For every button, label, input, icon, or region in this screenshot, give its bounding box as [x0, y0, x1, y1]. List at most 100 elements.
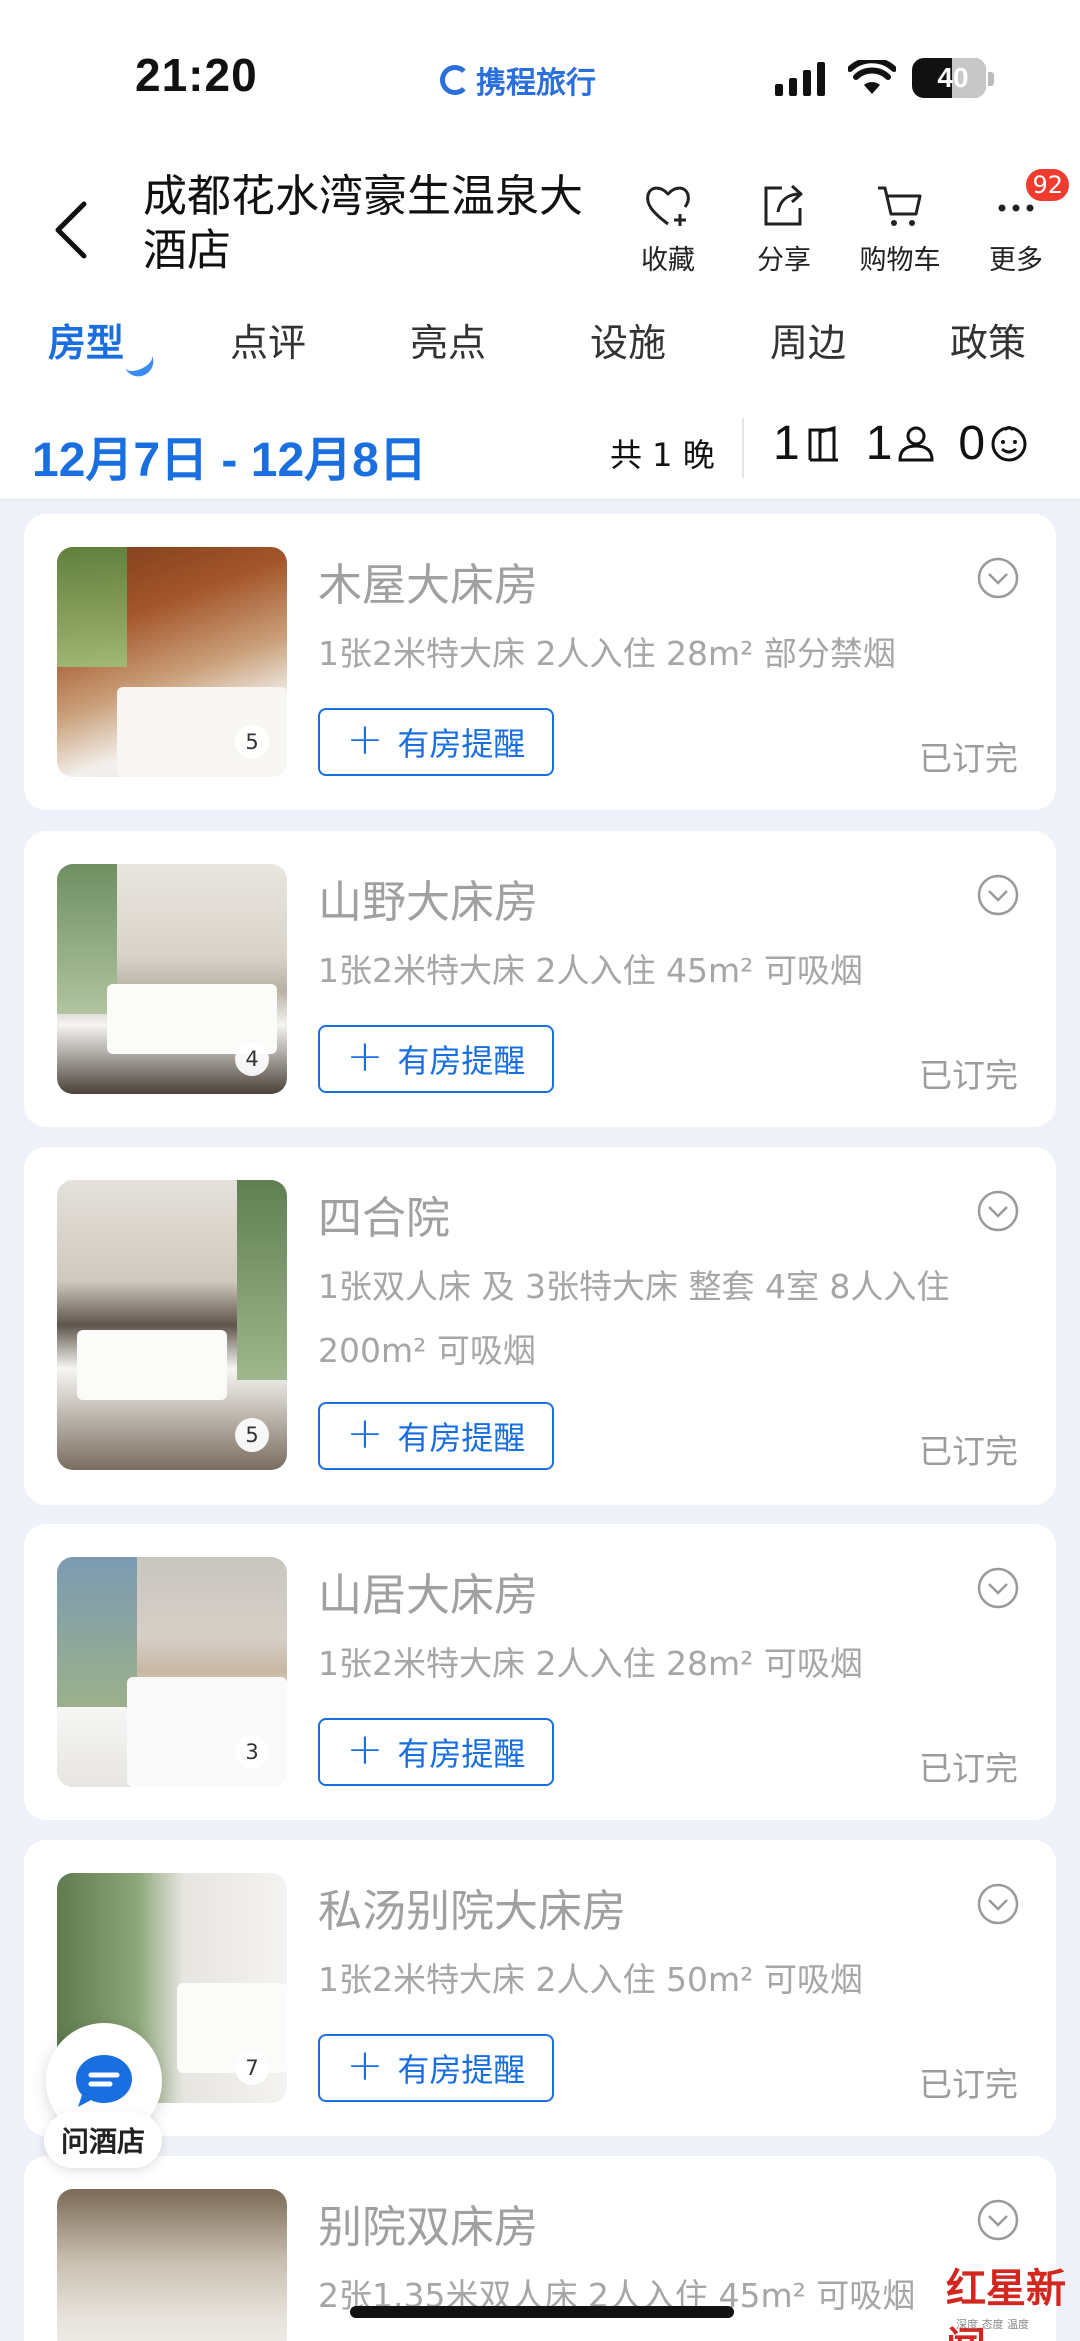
cellular-signal-icon — [775, 62, 825, 96]
room-card[interactable]: 5 木屋大床房 1张2米特大床 2人入住 28m² 部分禁烟 + 有房提醒 已订… — [24, 514, 1056, 810]
room-card[interactable]: 5 四合院 1张双人床 及 3张特大床 整套 4室 8人入住 200m² 可吸烟… — [24, 1147, 1056, 1505]
tab-policies[interactable]: 政策 — [950, 312, 1026, 367]
room-card[interactable]: 4 山野大床房 1张2米特大床 2人入住 45m² 可吸烟 + 有房提醒 已订完 — [24, 831, 1056, 1127]
status-bar: 21:20 携程旅行 40 — [0, 0, 1080, 150]
status-time: 21:20 — [135, 49, 258, 101]
availability-alert-label: 有房提醒 — [397, 725, 526, 763]
chevron-down-icon[interactable] — [976, 1882, 1020, 1926]
availability-alert-button[interactable]: + 有房提醒 — [318, 2034, 554, 2102]
room-card[interactable]: 7 私汤别院大床房 1张2米特大床 2人入住 50m² 可吸烟 + 有房提醒 已… — [24, 1840, 1056, 2136]
sold-out-label: 已订完 — [919, 1432, 1018, 1471]
availability-alert-button[interactable]: + 有房提醒 — [318, 1718, 554, 1786]
share-icon — [764, 184, 803, 226]
sold-out-label: 已订完 — [919, 1056, 1018, 1095]
adult-icon — [898, 426, 934, 461]
wifi-icon — [848, 60, 896, 94]
sold-out-label: 已订完 — [919, 1749, 1018, 1788]
section-tabs: 房型 点评 亮点 设施 周边 政策 — [0, 290, 1080, 400]
room-name: 山野大床房 — [318, 877, 538, 928]
guest-selector[interactable]: 1 1 0 — [773, 416, 1047, 471]
room-photo[interactable] — [57, 2189, 287, 2341]
ctrip-logo-icon — [440, 65, 470, 95]
room-photo[interactable]: 5 — [57, 547, 287, 777]
sold-out-label: 已订完 — [919, 739, 1018, 778]
hotel-header: 成都花水湾豪生温泉大酒店 收藏 分享 购物车 92 更多 — [0, 150, 1080, 290]
child-icon — [991, 425, 1027, 461]
room-description: 1张2米特大床 2人入住 50m² 可吸烟 — [318, 1960, 863, 1999]
tab-reviews[interactable]: 点评 — [230, 312, 306, 367]
children-count: 0 — [958, 417, 986, 470]
tab-facilities[interactable]: 设施 — [590, 312, 666, 367]
chevron-down-icon[interactable] — [976, 1189, 1020, 1233]
door-icon — [808, 425, 838, 461]
cart-icon — [878, 186, 922, 226]
brand-text: 携程旅行 — [476, 66, 596, 101]
hotel-title: 成都花水湾豪生温泉大酒店 — [143, 171, 583, 276]
cart-button[interactable]: 购物车 — [842, 180, 958, 277]
battery-level: 40 — [937, 62, 969, 93]
nights-count: 共 1 晚 — [610, 436, 715, 474]
plus-icon: + — [346, 1031, 384, 1082]
date-guest-bar: 12月7日 - 12月8日 共 1 晚 1 1 0 — [0, 400, 1080, 500]
tab-highlights[interactable]: 亮点 — [410, 312, 486, 367]
back-arrow-icon[interactable] — [50, 200, 94, 260]
chevron-down-icon[interactable] — [976, 556, 1020, 600]
chat-bubble-icon — [76, 2055, 132, 2107]
active-tab-indicator — [121, 348, 159, 382]
room-name: 私汤别院大床房 — [318, 1886, 626, 1937]
availability-alert-button[interactable]: + 有房提醒 — [318, 1402, 554, 1470]
plus-icon: + — [346, 714, 384, 765]
plus-icon: + — [346, 2040, 384, 2091]
rooms-count: 1 — [773, 417, 800, 470]
photo-count: 3 — [235, 1735, 269, 1769]
room-name: 木屋大床房 — [318, 560, 538, 611]
sold-out-label: 已订完 — [919, 2065, 1018, 2104]
chevron-down-icon[interactable] — [976, 873, 1020, 917]
room-name: 山居大床房 — [318, 1570, 538, 1621]
home-indicator[interactable] — [350, 2306, 734, 2318]
notification-badge: 92 — [1023, 166, 1072, 204]
availability-alert-label: 有房提醒 — [397, 1042, 526, 1080]
ask-hotel-label[interactable]: 问酒店 — [44, 2112, 162, 2168]
share-label: 分享 — [757, 245, 811, 276]
tab-room-types[interactable]: 房型 — [48, 312, 124, 367]
room-name: 四合院 — [318, 1193, 450, 1244]
availability-alert-label: 有房提醒 — [397, 2051, 526, 2089]
chevron-down-icon[interactable] — [976, 2198, 1020, 2242]
battery-icon: 40 — [912, 58, 986, 98]
room-card[interactable]: 3 山居大床房 1张2米特大床 2人入住 28m² 可吸烟 + 有房提醒 已订完 — [24, 1524, 1056, 1820]
chevron-down-icon[interactable] — [976, 1566, 1020, 1610]
photo-count: 5 — [235, 725, 269, 759]
availability-alert-label: 有房提醒 — [397, 1419, 526, 1457]
room-description: 1张2米特大床 2人入住 28m² 可吸烟 — [318, 1644, 863, 1683]
news-watermark-sub: 深度 态度 温度 — [956, 2318, 1029, 2331]
photo-count: 5 — [235, 1418, 269, 1452]
room-description: 1张2米特大床 2人入住 28m² 部分禁烟 — [318, 634, 896, 673]
more-button[interactable]: 92 更多 — [958, 166, 1074, 277]
tab-nearby[interactable]: 周边 — [770, 312, 846, 367]
adults-count: 1 — [865, 417, 893, 470]
plus-icon: + — [346, 1724, 384, 1775]
room-description: 1张双人床 及 3张特大床 整套 4室 8人入住 200m² 可吸烟 — [318, 1267, 950, 1370]
more-label: 更多 — [989, 245, 1043, 276]
room-name: 别院双床房 — [318, 2202, 538, 2253]
header-actions: 收藏 分享 购物车 92 更多 — [610, 166, 1074, 277]
cart-label: 购物车 — [859, 245, 941, 276]
room-photo[interactable]: 5 — [57, 1180, 287, 1470]
favorite-label: 收藏 — [641, 245, 695, 276]
availability-alert-button[interactable]: + 有房提醒 — [318, 1025, 554, 1093]
date-range[interactable]: 12月7日 - 12月8日 — [32, 420, 427, 490]
brand-label: 携程旅行 — [440, 58, 596, 102]
room-description: 2张1.35米双人床 2人入住 45m² 可吸烟 — [318, 2276, 916, 2315]
availability-alert-label: 有房提醒 — [397, 1735, 526, 1773]
room-photo[interactable]: 3 — [57, 1557, 287, 1787]
room-photo[interactable]: 4 — [57, 864, 287, 1094]
favorite-button[interactable]: 收藏 — [610, 180, 726, 277]
availability-alert-button[interactable]: + 有房提醒 — [318, 708, 554, 776]
photo-count: 7 — [235, 2051, 269, 2085]
plus-icon: + — [346, 1408, 384, 1459]
share-button[interactable]: 分享 — [726, 180, 842, 277]
room-description: 1张2米特大床 2人入住 45m² 可吸烟 — [318, 951, 863, 990]
photo-count: 4 — [235, 1042, 269, 1076]
heart-plus-icon — [646, 186, 690, 226]
